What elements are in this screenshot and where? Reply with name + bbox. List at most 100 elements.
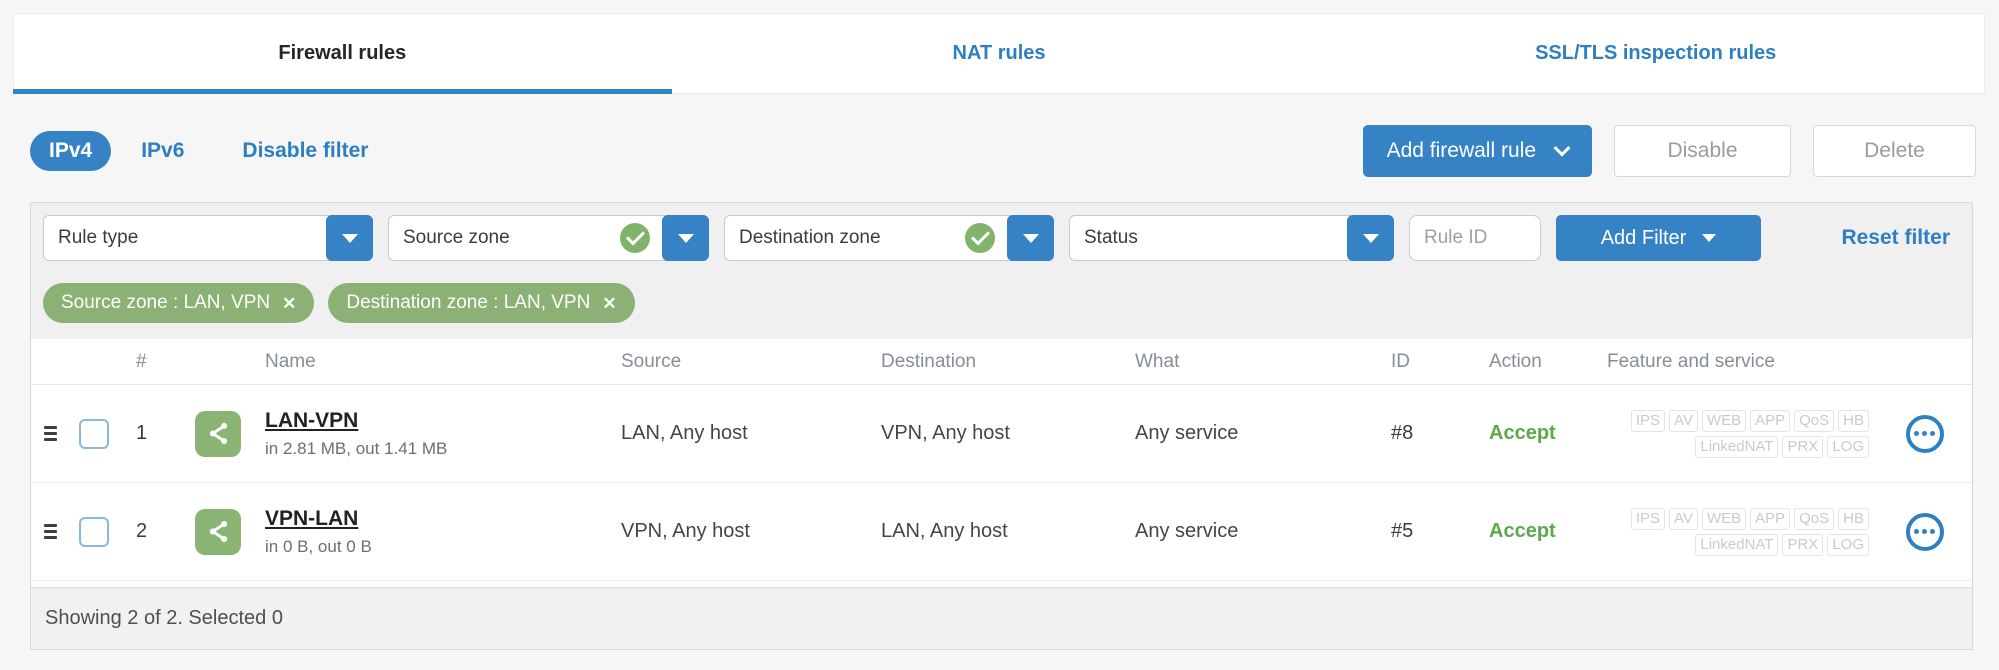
rule-type-dropdown-button[interactable]	[326, 215, 373, 261]
disable-filter-link[interactable]: Disable filter	[242, 139, 368, 163]
delete-button[interactable]: Delete	[1813, 125, 1976, 177]
badge-prx: PRX	[1782, 533, 1824, 556]
status-select[interactable]: Status	[1069, 215, 1394, 261]
triangle-down-icon	[1702, 234, 1717, 242]
badge-hb: HB	[1838, 409, 1869, 432]
check-circle-icon	[620, 223, 650, 253]
rule-type-select[interactable]: Rule type	[43, 215, 373, 261]
destination-zone-select-label: Destination zone	[739, 227, 881, 248]
what-cell: Any service	[1135, 422, 1239, 444]
row-checkbox[interactable]	[79, 418, 109, 449]
reset-filter-link[interactable]: Reset filter	[1841, 226, 1950, 250]
badge-web: WEB	[1701, 507, 1747, 530]
badge-av: AV	[1669, 507, 1698, 530]
header-name: Name	[265, 350, 316, 372]
check-circle-icon	[965, 223, 995, 253]
add-filter-button[interactable]: Add Filter	[1556, 215, 1761, 261]
ipv6-toggle[interactable]: IPv6	[141, 139, 184, 163]
badge-web: WEB	[1701, 409, 1747, 432]
header-destination: Destination	[881, 350, 977, 372]
table-footer: Showing 2 of 2. Selected 0	[31, 587, 1972, 649]
tab-firewall-rules[interactable]: Firewall rules	[13, 14, 672, 94]
toolbar: IPv4 IPv6 Disable filter Add firewall ru…	[30, 122, 1976, 180]
row-count-summary: Showing 2 of 2. Selected 0	[45, 607, 283, 629]
add-firewall-rule-button[interactable]: Add firewall rule	[1362, 125, 1592, 177]
close-icon[interactable]: ✕	[602, 295, 616, 312]
more-actions-icon[interactable]	[1905, 414, 1944, 453]
more-actions-icon[interactable]	[1905, 512, 1944, 551]
table-row: 1 LAN-VPN in 2.81 MB, out 1.41 MB LAN, A…	[31, 385, 1972, 483]
destination-zone-select[interactable]: Destination zone	[724, 215, 1054, 261]
header-what: What	[1135, 350, 1180, 372]
badge-app: APP	[1750, 409, 1791, 432]
badge-prx: PRX	[1782, 435, 1824, 458]
badge-log: LOG	[1827, 435, 1869, 458]
tab-bar: Firewall rules NAT rules SSL/TLS inspect…	[13, 13, 1985, 94]
action-cell: Accept	[1489, 422, 1556, 444]
badge-qos: QoS	[1794, 507, 1835, 530]
source-cell: LAN, Any host	[621, 422, 748, 444]
header-action: Action	[1489, 350, 1542, 372]
status-dropdown-button[interactable]	[1347, 215, 1394, 261]
header-feature-and-service: Feature and service	[1607, 350, 1775, 372]
add-firewall-rule-label: Add firewall rule	[1386, 139, 1536, 162]
status-select-label: Status	[1084, 227, 1138, 248]
rule-type-select-label: Rule type	[58, 227, 139, 248]
header-number: #	[136, 350, 147, 372]
filter-row: Rule type Source zone Destination zone S…	[43, 215, 1960, 261]
rule-name-link[interactable]: LAN-VPN	[265, 409, 447, 433]
table-header: # Name Source Destination What ID Action…	[31, 339, 1972, 385]
destination-cell: VPN, Any host	[881, 422, 1010, 444]
toolbar-actions: Add firewall rule Disable Delete	[1362, 125, 1976, 177]
feature-badges: IPS AV WEB APP QoS HB LinkedNAT PRX LOG	[1607, 507, 1877, 556]
source-zone-select-label: Source zone	[403, 227, 510, 248]
tab-ssl-tls-inspection-rules[interactable]: SSL/TLS inspection rules	[1327, 14, 1984, 93]
triangle-down-icon	[1362, 233, 1379, 243]
rule-traffic: in 0 B, out 0 B	[265, 536, 372, 556]
rule-id-input[interactable]	[1409, 215, 1541, 261]
drag-handle-icon[interactable]	[44, 426, 57, 441]
ipv4-toggle[interactable]: IPv4	[30, 131, 112, 171]
share-network-icon[interactable]	[195, 410, 241, 457]
add-filter-label: Add Filter	[1600, 226, 1687, 249]
close-icon[interactable]: ✕	[282, 295, 296, 312]
source-zone-select[interactable]: Source zone	[388, 215, 709, 261]
destination-zone-dropdown-button[interactable]	[1007, 215, 1054, 261]
what-cell: Any service	[1135, 520, 1239, 542]
badge-ips: IPS	[1630, 507, 1666, 530]
table-row: 2 VPN-LAN in 0 B, out 0 B VPN, Any host …	[31, 483, 1972, 581]
tab-nat-rules[interactable]: NAT rules	[671, 14, 1328, 93]
firewall-rules-panel: Rule type Source zone Destination zone S…	[30, 202, 1973, 650]
name-cell: VPN-LAN in 0 B, out 0 B	[191, 507, 621, 557]
drag-handle-icon[interactable]	[44, 524, 57, 539]
badge-linkednat: LinkedNAT	[1695, 533, 1779, 556]
source-zone-dropdown-button[interactable]	[662, 215, 709, 261]
chip-destination-zone-label: Destination zone : LAN, VPN	[346, 292, 591, 313]
rule-traffic: in 2.81 MB, out 1.41 MB	[265, 438, 448, 458]
header-id: ID	[1391, 350, 1410, 372]
action-cell: Accept	[1489, 520, 1556, 542]
badge-ips: IPS	[1630, 409, 1666, 432]
chip-source-zone[interactable]: Source zone : LAN, VPN ✕	[43, 283, 315, 323]
rule-id-cell: #5	[1391, 520, 1414, 542]
triangle-down-icon	[1022, 233, 1039, 243]
row-checkbox[interactable]	[79, 516, 109, 547]
rule-name-link[interactable]: VPN-LAN	[265, 507, 372, 531]
chevron-down-icon	[1553, 139, 1571, 157]
chip-source-zone-label: Source zone : LAN, VPN	[61, 292, 271, 313]
triangle-down-icon	[677, 233, 694, 243]
rule-id-cell: #8	[1391, 422, 1414, 444]
disable-button[interactable]: Disable	[1614, 125, 1791, 177]
badge-qos: QoS	[1794, 409, 1835, 432]
source-cell: VPN, Any host	[621, 520, 750, 542]
share-network-icon[interactable]	[195, 508, 241, 555]
destination-cell: LAN, Any host	[881, 520, 1008, 542]
active-filter-chips: Source zone : LAN, VPN ✕ Destination zon…	[43, 283, 1960, 323]
badge-linkednat: LinkedNAT	[1695, 435, 1779, 458]
name-cell: LAN-VPN in 2.81 MB, out 1.41 MB	[191, 409, 621, 459]
triangle-down-icon	[341, 233, 358, 243]
badge-hb: HB	[1838, 507, 1869, 530]
row-number: 1	[136, 422, 148, 444]
chip-destination-zone[interactable]: Destination zone : LAN, VPN ✕	[328, 283, 635, 323]
row-number: 2	[136, 520, 148, 542]
